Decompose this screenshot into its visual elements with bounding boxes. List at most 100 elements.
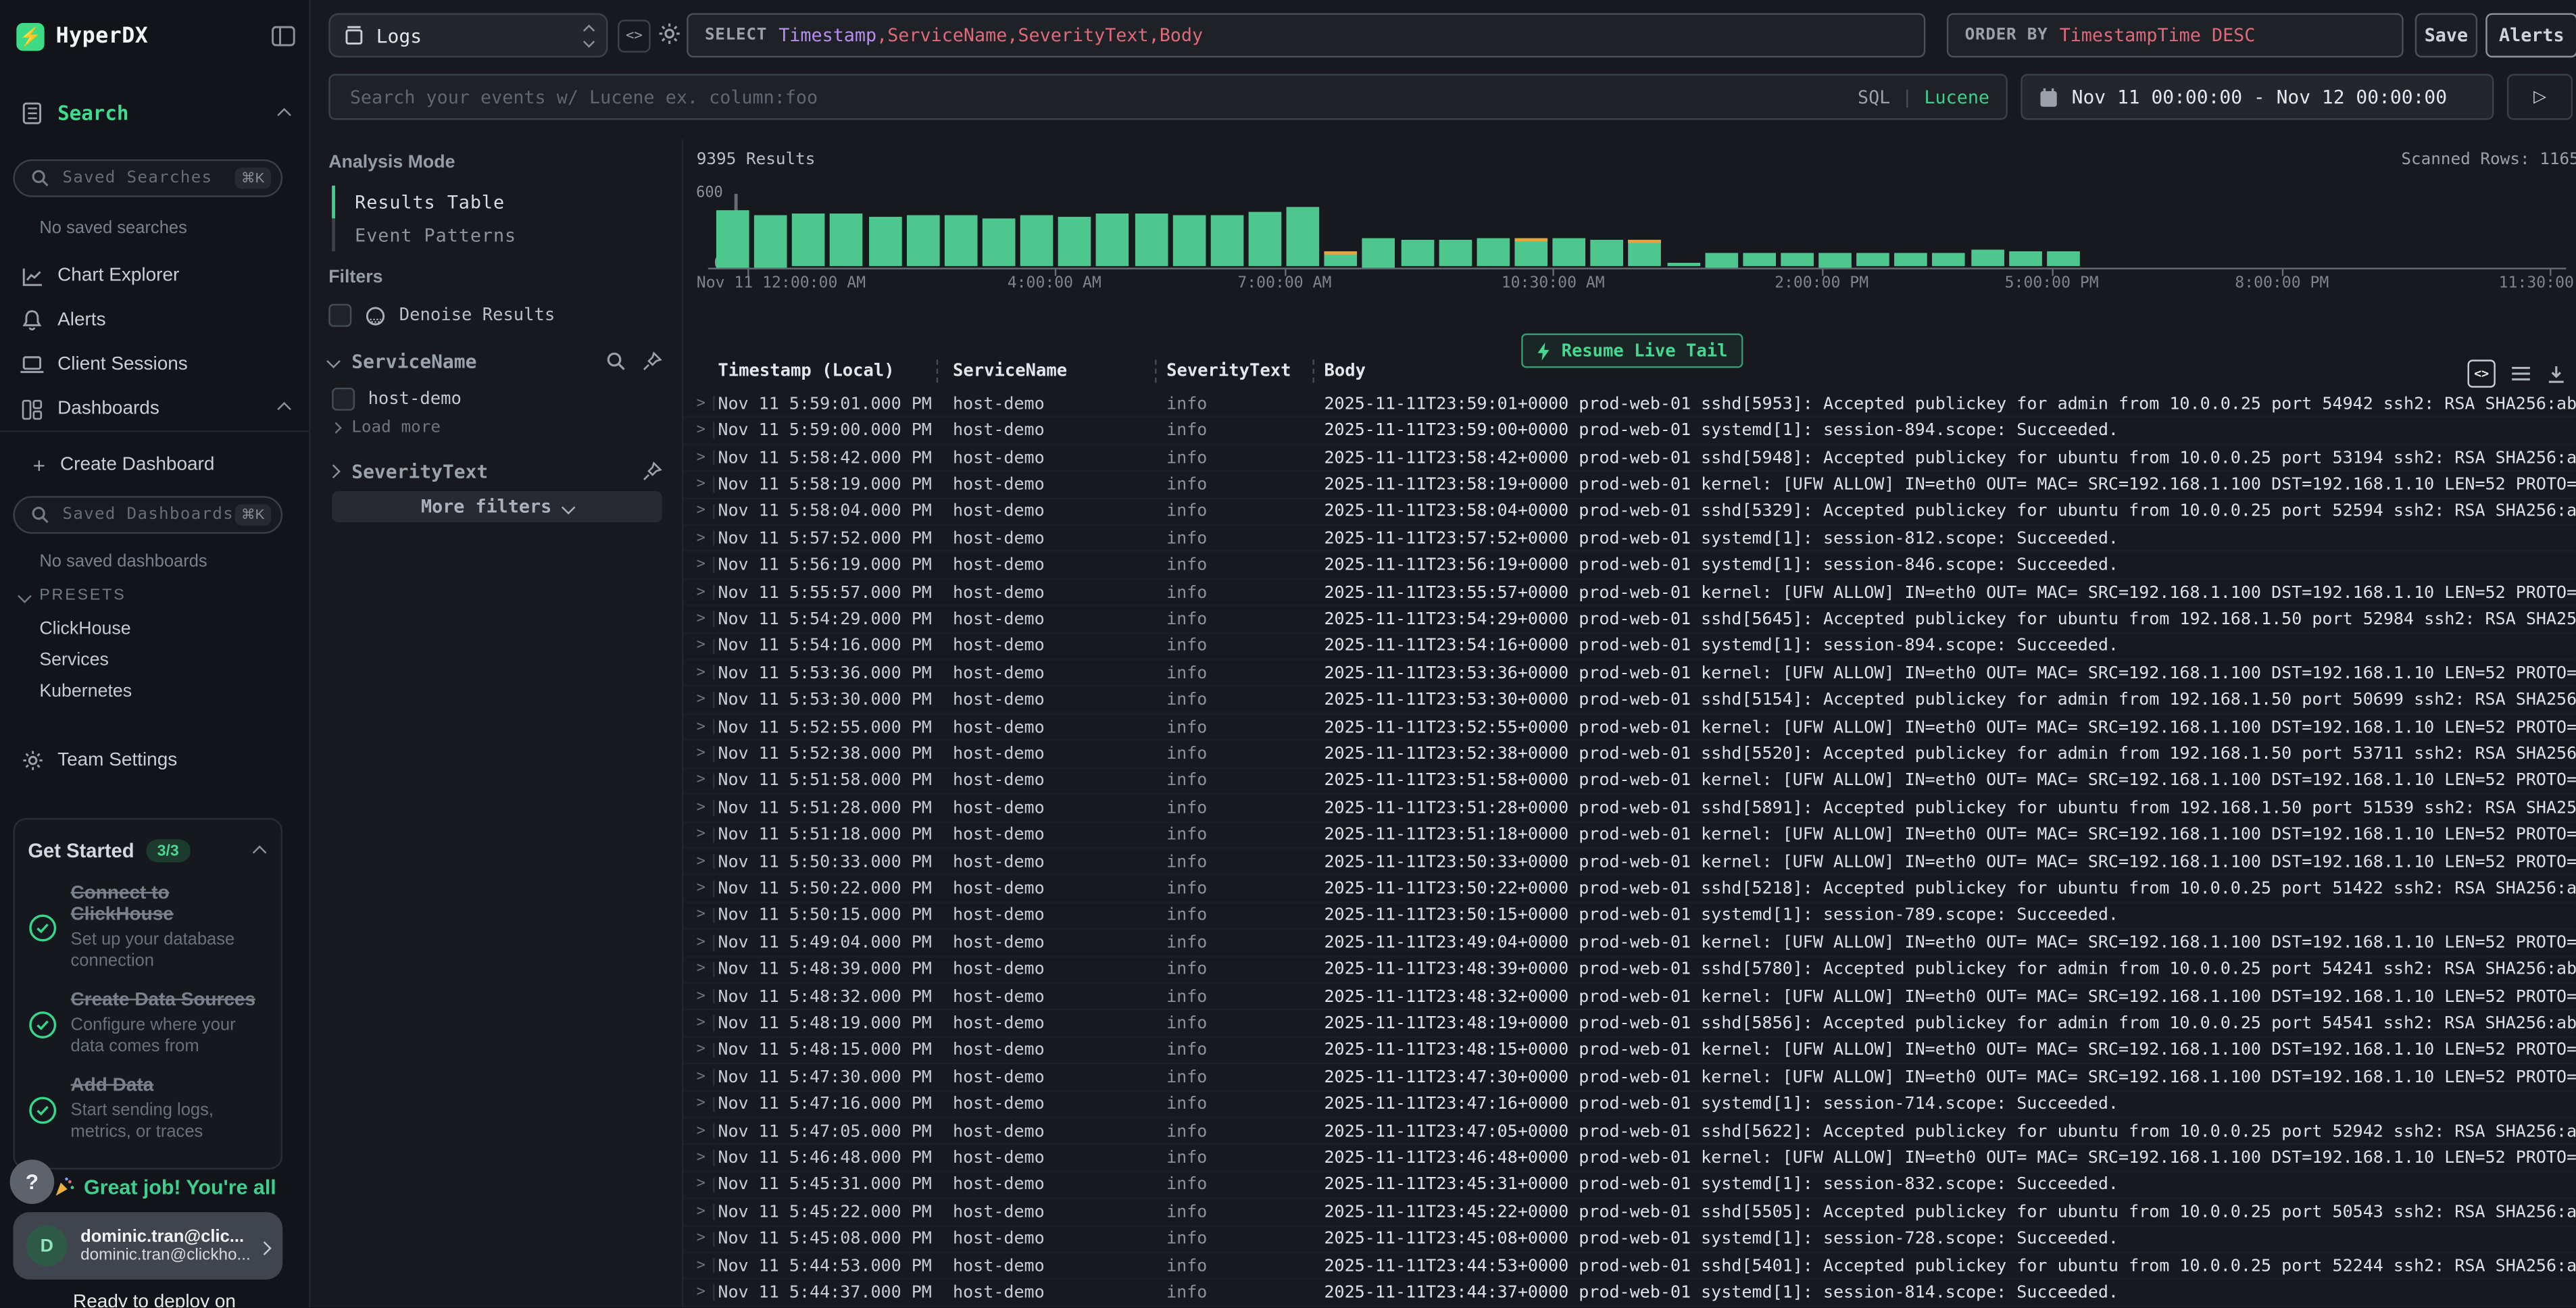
create-dashboard-button[interactable]: + Create Dashboard [0,447,309,482]
source-select[interactable]: Logs [328,13,608,57]
histogram-bar[interactable] [1439,240,1472,267]
histogram-bar[interactable] [1781,253,1814,267]
row-expand-chevron[interactable]: > [697,773,705,789]
row-expand-chevron[interactable]: > [697,1015,705,1032]
table-row[interactable]: >Nov 11 5:57:52.000 PMhost-demoinfo2025-… [683,526,2576,553]
row-expand-chevron[interactable]: > [697,1123,705,1139]
saved-searches-input[interactable] [59,168,235,189]
severitytext-filter-group[interactable]: SeverityText [328,460,662,483]
histogram-bar[interactable] [906,214,939,267]
get-started-item[interactable]: Connect to ClickHouse Set up your databa… [28,884,264,972]
table-row[interactable]: >Nov 11 5:58:42.000 PMhost-demoinfo2025-… [683,445,2576,472]
histogram-bar[interactable] [1477,238,1510,267]
get-started-item[interactable]: Create Data Sources Configure where your… [28,990,264,1058]
select-clause-input[interactable]: SELECTTimestamp,ServiceName,SeverityText… [687,13,1925,57]
run-query-button[interactable]: ▷ [2507,74,2573,120]
row-expand-chevron[interactable]: > [697,584,705,600]
denoise-filter-row[interactable]: Denoise Results [328,304,662,327]
histogram-bar[interactable] [1172,216,1206,267]
histogram-bar[interactable] [2047,252,2080,267]
presets-header[interactable]: PRESETS [20,586,126,605]
row-expand-chevron[interactable]: > [697,557,705,573]
saved-searches-searchbox[interactable]: ⌘K [13,159,282,197]
search-input[interactable] [347,84,1858,109]
table-row[interactable]: >Nov 11 5:59:00.000 PMhost-demoinfo2025-… [683,418,2576,445]
row-density-icon[interactable] [2510,365,2532,383]
row-expand-chevron[interactable]: > [697,665,705,681]
table-row[interactable]: >Nov 11 5:44:53.000 PMhost-demoinfo2025-… [683,1253,2576,1280]
histogram-bar[interactable] [2009,251,2042,267]
histogram-bar[interactable] [1971,250,2004,267]
row-expand-chevron[interactable]: > [697,907,705,924]
row-expand-chevron[interactable]: > [697,1096,705,1112]
histogram-bar[interactable] [1324,251,1358,267]
histogram-bar[interactable] [1553,238,1586,267]
table-row[interactable]: >Nov 11 5:58:19.000 PMhost-demoinfo2025-… [683,472,2576,499]
row-expand-chevron[interactable]: > [697,422,705,438]
histogram-bar[interactable] [1020,216,1054,267]
table-row[interactable]: >Nov 11 5:49:04.000 PMhost-demoinfo2025-… [683,930,2576,957]
histogram-bar[interactable] [1401,241,1434,267]
table-row[interactable]: >Nov 11 5:52:55.000 PMhost-demoinfo2025-… [683,714,2576,741]
histogram-bar[interactable] [1818,253,1852,267]
table-row[interactable]: >Nov 11 5:50:15.000 PMhost-demoinfo2025-… [683,903,2576,930]
row-expand-chevron[interactable]: > [697,934,705,951]
filter-search-icon[interactable] [606,351,626,371]
alerts-button[interactable]: Alerts [2485,13,2576,57]
table-row[interactable]: >Nov 11 5:51:28.000 PMhost-demoinfo2025-… [683,795,2576,822]
save-button[interactable]: Save [2415,13,2477,57]
table-row[interactable]: >Nov 11 5:51:58.000 PMhost-demoinfo2025-… [683,768,2576,795]
row-expand-chevron[interactable]: > [697,880,705,897]
table-row[interactable]: >Nov 11 5:52:38.000 PMhost-demoinfo2025-… [683,741,2576,768]
row-expand-chevron[interactable]: > [697,1231,705,1247]
histogram-bar[interactable] [1514,238,1547,267]
servicename-filter-group[interactable]: ServiceName [328,350,662,373]
row-expand-chevron[interactable]: > [697,853,705,870]
sidebar-item-team-settings[interactable]: Team Settings [0,743,309,778]
row-expand-chevron[interactable]: > [697,1258,705,1274]
code-editor-button[interactable]: <> [618,20,651,53]
table-row[interactable]: >Nov 11 5:50:22.000 PMhost-demoinfo2025-… [683,876,2576,903]
histogram-bar[interactable] [1666,263,1700,267]
histogram-bar[interactable] [1249,212,1282,267]
saved-dashboards-input[interactable] [59,504,235,526]
table-row[interactable]: >Nov 11 5:54:16.000 PMhost-demoinfo2025-… [683,634,2576,661]
table-row[interactable]: >Nov 11 5:44:37.000 PMhost-demoinfo2025-… [683,1280,2576,1307]
table-row[interactable]: >Nov 11 5:48:19.000 PMhost-demoinfo2025-… [683,1011,2576,1038]
histogram-bar[interactable] [1629,240,1662,267]
col-header-severitytext[interactable]: SeverityText [1166,361,1291,381]
table-row[interactable]: >Nov 11 5:55:57.000 PMhost-demoinfo2025-… [683,580,2576,607]
user-menu[interactable]: D dominic.tran@clic... dominic.tran@clic… [13,1212,282,1280]
pin-icon[interactable] [643,351,662,371]
row-expand-chevron[interactable]: > [697,799,705,815]
sidebar-item-dashboards[interactable]: Dashboards [0,391,309,427]
mode-event-patterns[interactable]: Event Patterns [332,218,516,251]
preset-item-clickhouse[interactable]: ClickHouse [39,620,130,639]
row-expand-chevron[interactable]: > [697,611,705,627]
host-demo-checkbox[interactable] [332,388,355,411]
histogram-bar[interactable] [792,213,825,267]
sidebar-item-alerts[interactable]: Alerts [0,302,309,338]
row-expand-chevron[interactable]: > [697,988,705,1005]
help-button[interactable]: ? [10,1159,55,1204]
row-expand-chevron[interactable]: > [697,1150,705,1166]
col-header-body[interactable]: Body [1324,361,1365,381]
more-filters-button[interactable]: More filters [332,491,662,522]
histogram-bar[interactable] [1895,253,1928,267]
column-resizer[interactable] [937,359,938,382]
table-row[interactable]: >Nov 11 5:53:30.000 PMhost-demoinfo2025-… [683,687,2576,714]
histogram-bar[interactable] [1096,213,1129,267]
table-row[interactable]: >Nov 11 5:48:15.000 PMhost-demoinfo2025-… [683,1038,2576,1065]
mode-results-table[interactable]: Results Table [332,186,505,219]
row-expand-chevron[interactable]: > [697,530,705,547]
row-expand-chevron[interactable]: > [697,1284,705,1301]
table-row[interactable]: >Nov 11 5:56:19.000 PMhost-demoinfo2025-… [683,553,2576,580]
row-expand-chevron[interactable]: > [697,449,705,466]
event-search-bar[interactable]: SQL | Lucene [328,74,2008,120]
col-header-servicename[interactable]: ServiceName [953,361,1067,381]
table-row[interactable]: >Nov 11 5:47:16.000 PMhost-demoinfo2025-… [683,1092,2576,1119]
table-row[interactable]: >Nov 11 5:45:31.000 PMhost-demoinfo2025-… [683,1172,2576,1199]
column-config-icon[interactable]: <> [2468,359,2496,387]
histogram-bar[interactable] [1857,252,1890,267]
table-row[interactable]: >Nov 11 5:45:22.000 PMhost-demoinfo2025-… [683,1199,2576,1226]
